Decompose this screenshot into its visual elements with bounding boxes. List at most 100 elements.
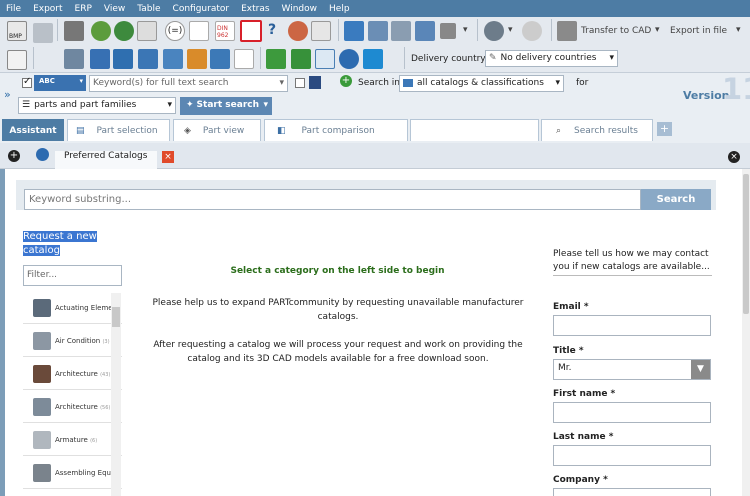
refresh-green-icon[interactable] [91,21,111,41]
database-2-icon[interactable] [113,49,133,69]
delivery-country-select[interactable]: ✎ No delivery countries ▾ [485,50,618,67]
shapes-icon[interactable] [187,49,207,69]
company-field[interactable] [553,488,711,496]
menu-window[interactable]: Window [276,4,324,14]
sync-icon[interactable] [114,21,134,41]
globe-icon[interactable] [339,49,359,69]
database-help-icon[interactable] [210,49,230,69]
filter-icon[interactable] [440,23,456,39]
transfer-cad-icon[interactable] [557,21,577,41]
collapse-icon[interactable]: » [4,88,11,101]
book-checkbox[interactable] [295,78,305,88]
menu-configurator[interactable]: Configurator [167,4,236,14]
tab-part-view-label: Part view [202,125,245,136]
panel-title: Preferred Catalogs [64,151,148,161]
device-icon[interactable] [64,21,84,41]
filter-dropdown-icon[interactable]: ▾ [463,25,468,35]
toolbar-separator [404,47,405,69]
window-icon[interactable] [311,21,331,41]
export-file-button[interactable]: Export in file [670,26,727,36]
search-doc-icon[interactable] [64,49,84,69]
3d-model-icon[interactable] [484,21,504,41]
menu-help[interactable]: Help [323,4,356,14]
settings-colored-icon[interactable] [288,21,308,41]
category-item[interactable]: Assembling Equ [23,458,122,489]
highlighted-catalog-icon[interactable] [240,20,262,42]
title-select[interactable]: Mr. ▼ [553,359,711,380]
add-tab-button[interactable]: + [657,122,672,136]
toolbar-separator [260,47,261,69]
category-item[interactable]: Air Condition (3) [23,326,122,357]
abc-mode-button[interactable]: ABC ▾ [34,75,86,91]
category-item[interactable]: Architecture (43) [23,359,122,390]
database-add-icon[interactable] [163,49,183,69]
start-search-label: Start search [196,100,259,110]
calendar-table-icon[interactable] [234,49,254,69]
parts-select[interactable]: ☰ parts and part families ▾ [18,97,176,114]
close-panel-icon[interactable]: × [728,151,740,163]
parts-value: parts and part families [34,100,137,110]
search-in-value: all catalogs & classifications [417,78,544,88]
menu-export[interactable]: Export [27,4,68,14]
menu-table[interactable]: Table [131,4,166,14]
export-dropdown-icon[interactable]: ▾ [736,25,741,35]
category-thumbnail [33,464,51,482]
category-item[interactable]: Armature (6) [23,425,122,456]
start-search-button[interactable]: ✦ Start search ▾ [180,97,272,115]
tab-assistant[interactable]: Assistant [2,119,64,141]
category-scrollbar-track[interactable] [111,293,121,496]
tab-part-comparison[interactable]: ◧ Part comparison [264,119,408,141]
menu-view[interactable]: View [98,4,131,14]
vehicle-icon[interactable] [33,23,53,43]
database-3-icon[interactable] [138,49,158,69]
keyword-substring-input[interactable]: Keyword substring... [24,189,641,210]
search-button[interactable]: Search [641,189,711,210]
menu-erp[interactable]: ERP [69,4,98,14]
request-catalog-link[interactable]: Request a new catalog [23,230,97,258]
pdf-icon[interactable] [137,21,157,41]
database-icon[interactable] [90,49,110,69]
tab-empty[interactable] [410,119,539,141]
search-in-select[interactable]: all catalogs & classifications ▾ [399,75,564,92]
category-item[interactable]: Actuating Eleme [23,293,122,324]
close-tab-icon[interactable]: × [162,151,174,163]
drawing-icon[interactable] [189,21,209,41]
scrollbar-thumb[interactable] [743,174,749,314]
expand-icon[interactable]: + [8,150,20,162]
arrows-green-2-icon[interactable] [291,49,311,69]
abc-checkbox[interactable]: ✓ [22,76,32,88]
fulltext-search-input[interactable]: Keyword(s) for full text search ▾ [89,75,288,92]
folder-icon [403,78,413,87]
catalog-view-icon[interactable] [7,50,27,70]
globe-icon [36,148,49,161]
network-icon[interactable] [368,21,388,41]
chevron-down-icon: ▾ [555,78,560,88]
category-scrollbar-thumb[interactable] [112,307,120,327]
chevron-down-icon: ▾ [79,77,83,85]
price-icon[interactable] [522,21,542,41]
din-standard-icon[interactable]: DIN 962 [215,21,235,41]
category-item[interactable]: Architecture (56) [23,392,122,423]
magic-icon[interactable] [415,21,435,41]
hierarchy-icon[interactable] [391,21,411,41]
tab-part-view[interactable]: ◈ Part view [173,119,261,141]
model-dropdown-icon[interactable]: ▾ [508,25,513,35]
last-name-field[interactable] [553,445,711,466]
menu-file[interactable]: File [0,4,27,14]
email-field[interactable] [553,315,711,336]
help-icon[interactable]: ? [268,22,276,38]
plus-icon[interactable]: + [340,75,352,87]
sap-icon[interactable] [363,49,383,69]
transfer-dropdown-icon[interactable]: ▾ [655,25,660,35]
first-name-field[interactable] [553,402,711,423]
filter-input[interactable]: Filter... [23,265,122,286]
arrows-green-icon[interactable] [266,49,286,69]
bmp-export-icon[interactable]: BMP [7,21,27,41]
tree-view-icon[interactable] [344,21,364,41]
csv-icon[interactable] [315,49,335,69]
transfer-cad-button[interactable]: Transfer to CAD [581,26,651,36]
tab-part-selection[interactable]: ▤ Part selection [67,119,170,141]
menu-extras[interactable]: Extras [235,4,275,14]
formula-icon[interactable]: (=) [165,21,185,41]
tab-search-results[interactable]: ⌕ Search results [541,119,653,141]
